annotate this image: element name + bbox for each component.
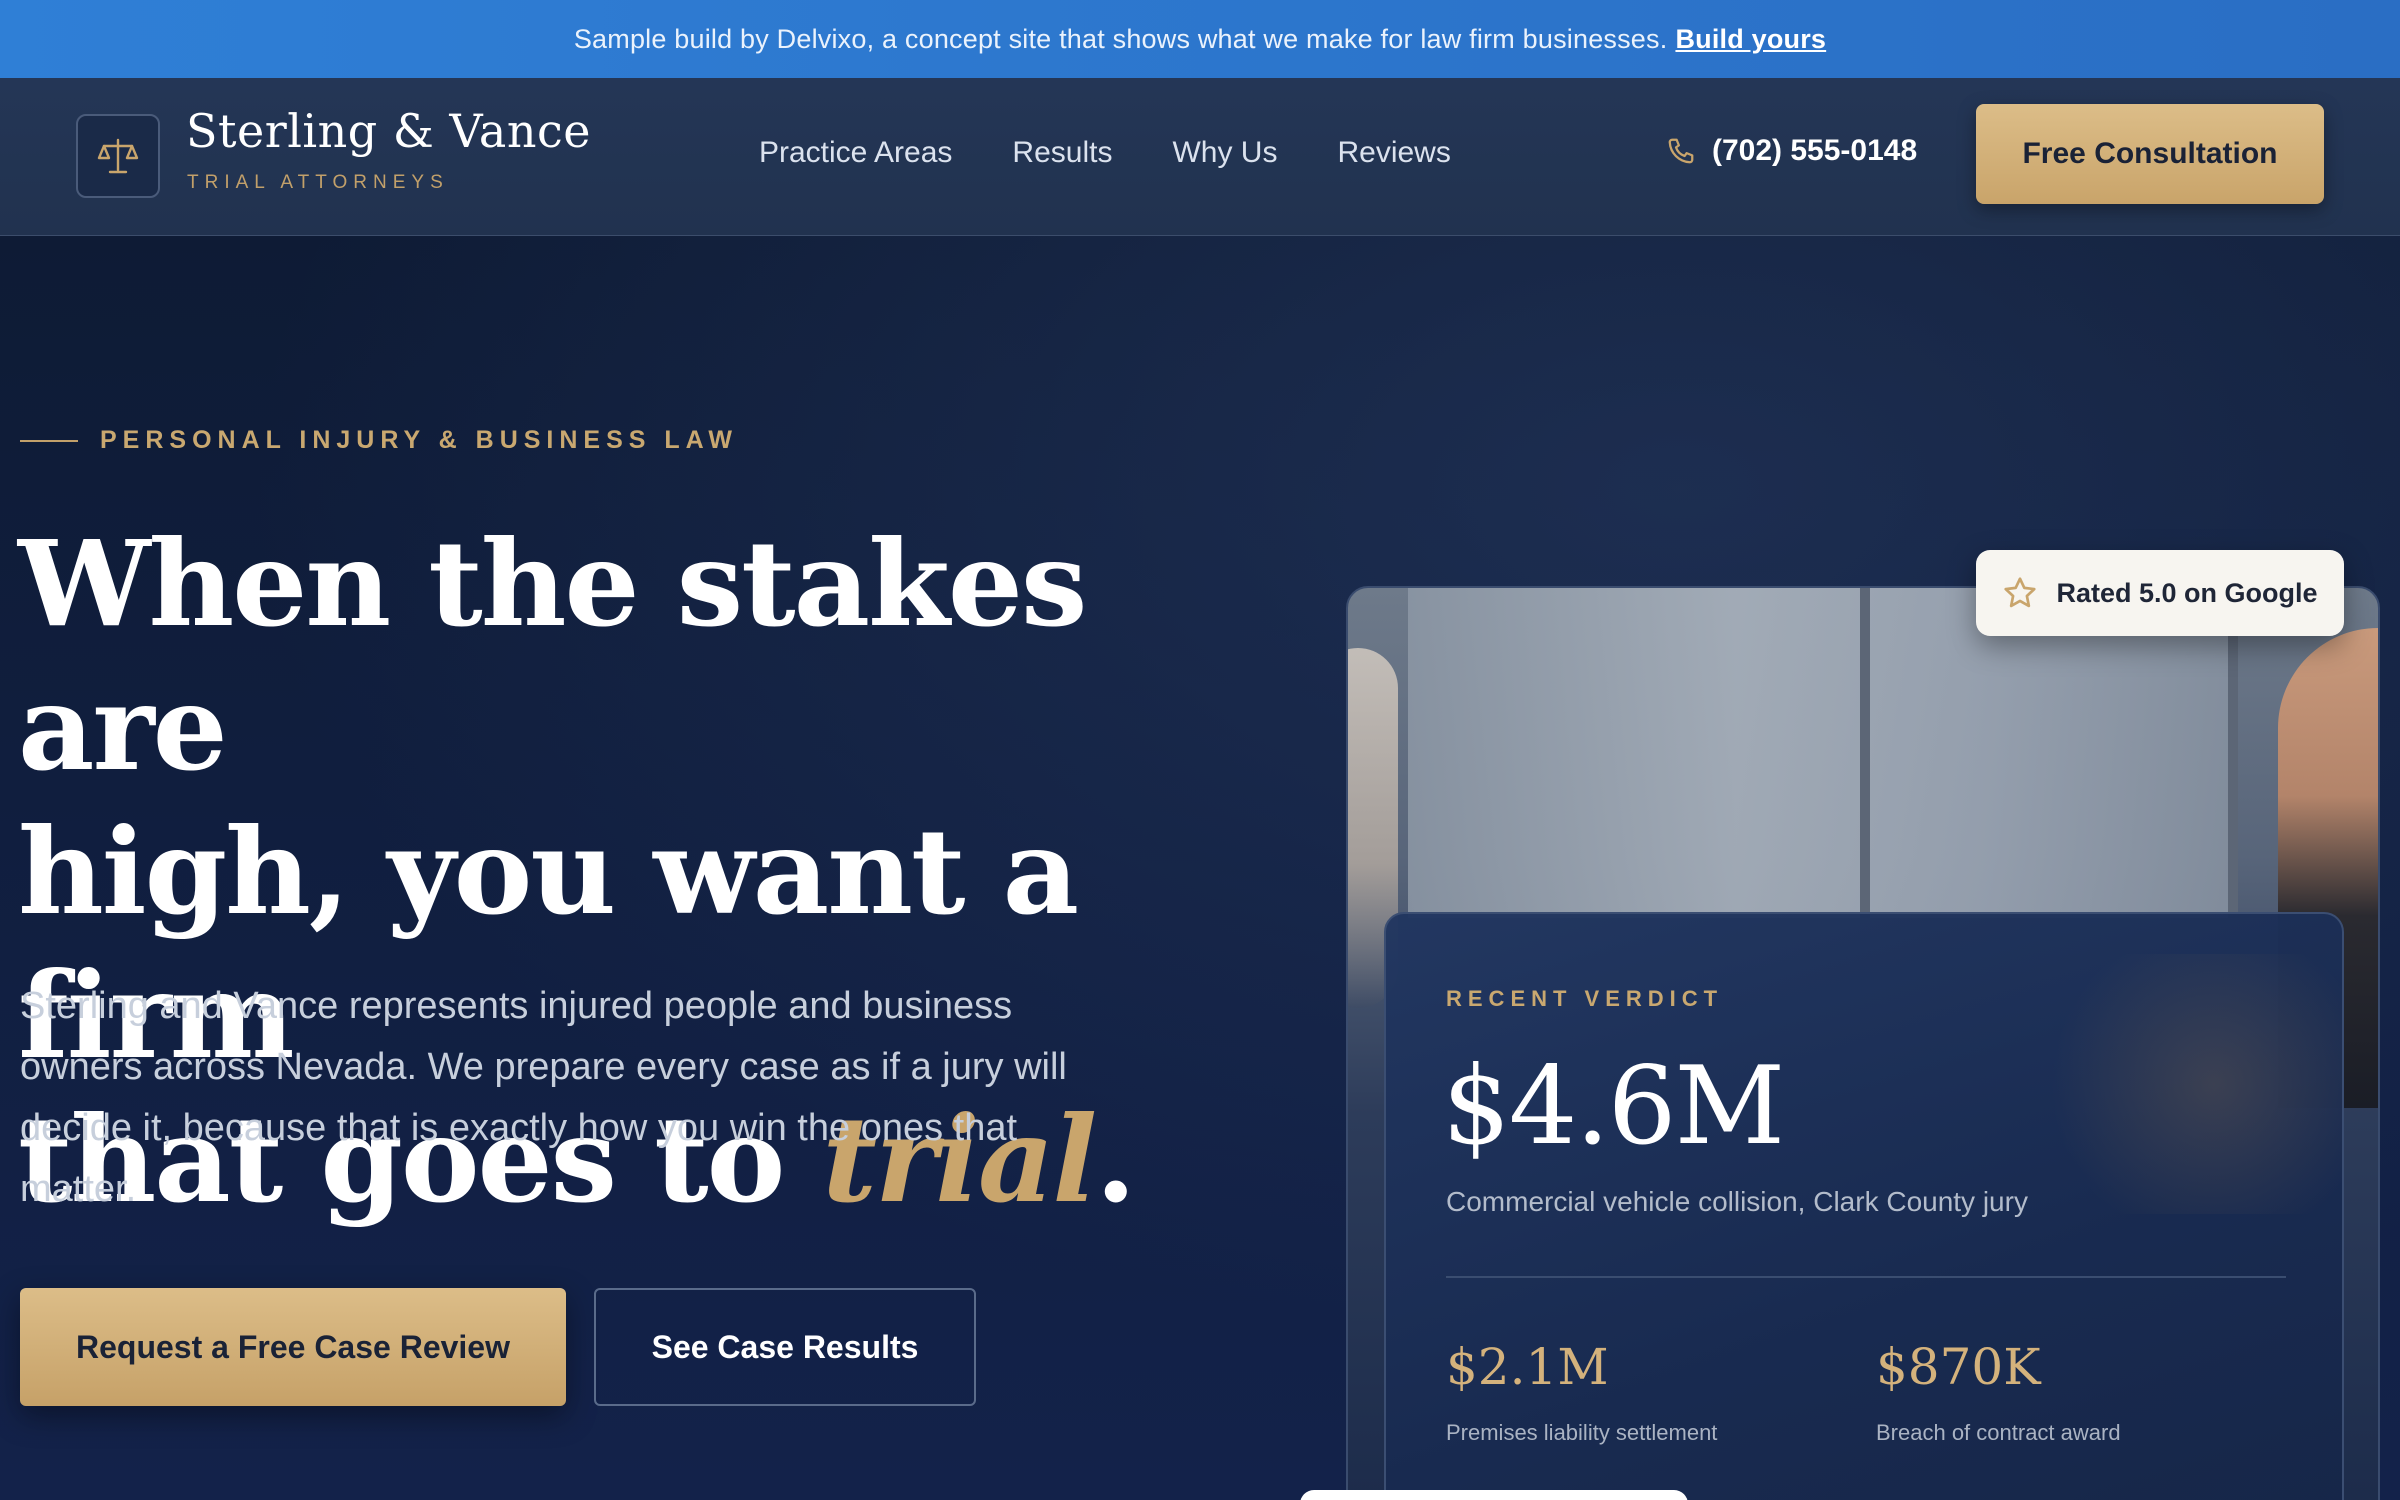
stat-label: Breach of contract award — [1876, 1420, 2121, 1445]
phone-link[interactable]: (702) 555-0148 — [1666, 134, 1917, 168]
promo-banner: Sample build by Delvixo, a concept site … — [0, 0, 2400, 78]
see-case-results-button[interactable]: See Case Results — [594, 1288, 976, 1406]
main-nav: Practice Areas Results Why Us Reviews — [759, 136, 1451, 170]
photo-window — [1408, 588, 2228, 918]
logo-tagline: TRIAL ATTORNEYS — [187, 172, 449, 193]
hero-eyebrow: PERSONAL INJURY & BUSINESS LAW — [20, 426, 738, 455]
nav-results[interactable]: Results — [1012, 136, 1112, 170]
eyebrow-text: PERSONAL INJURY & BUSINESS LAW — [100, 426, 738, 454]
phone-number: (702) 555-0148 — [1712, 134, 1918, 167]
rating-text: Rated 5.0 on Google — [2056, 577, 2318, 608]
logo-mark[interactable] — [76, 114, 160, 198]
google-rating-badge: Rated 5.0 on Google — [1976, 550, 2344, 636]
logo-name[interactable]: Sterling & Vance — [186, 104, 591, 158]
verdict-description: Commercial vehicle collision, Clark Coun… — [1446, 1186, 2028, 1217]
free-consultation-button[interactable]: Free Consultation — [1976, 104, 2324, 204]
eyebrow-rule — [20, 439, 78, 442]
headline-line-1: When the stakes are — [18, 514, 1087, 797]
nav-practice-areas[interactable]: Practice Areas — [759, 136, 952, 170]
stat-amount: $870K — [1876, 1338, 2041, 1396]
photo-window-frame — [1860, 588, 1870, 918]
banner-text: Sample build by Delvixo, a concept site … — [573, 23, 1668, 54]
hero-lede: Sterling and Vance represents injured pe… — [20, 985, 1067, 1210]
phone-icon — [1668, 138, 1694, 164]
stat-label: Premises liability settlement — [1446, 1420, 1718, 1445]
request-case-review-button[interactable]: Request a Free Case Review — [20, 1288, 566, 1406]
build-yours-link[interactable]: Build yours — [1675, 24, 1826, 55]
scales-of-justice-icon — [97, 138, 139, 174]
bottom-floating-element — [1300, 1490, 1688, 1500]
verdict-label: RECENT VERDICT — [1446, 986, 1724, 1011]
nav-why-us[interactable]: Why Us — [1172, 136, 1277, 170]
verdict-card-glow — [2022, 954, 2342, 1214]
site-header: Sterling & Vance TRIAL ATTORNEYS Practic… — [0, 78, 2400, 236]
star-icon — [2004, 577, 2037, 608]
nav-reviews[interactable]: Reviews — [1337, 136, 1450, 170]
photo-window-frame — [2228, 588, 2238, 918]
verdict-card: RECENT VERDICT $4.6M Commercial vehicle … — [1384, 912, 2344, 1500]
headline-period: . — [1095, 1090, 1136, 1229]
stat-amount: $2.1M — [1446, 1338, 1609, 1396]
verdict-amount: $4.6M — [1442, 1044, 1785, 1169]
verdict-divider — [1446, 1276, 2286, 1278]
